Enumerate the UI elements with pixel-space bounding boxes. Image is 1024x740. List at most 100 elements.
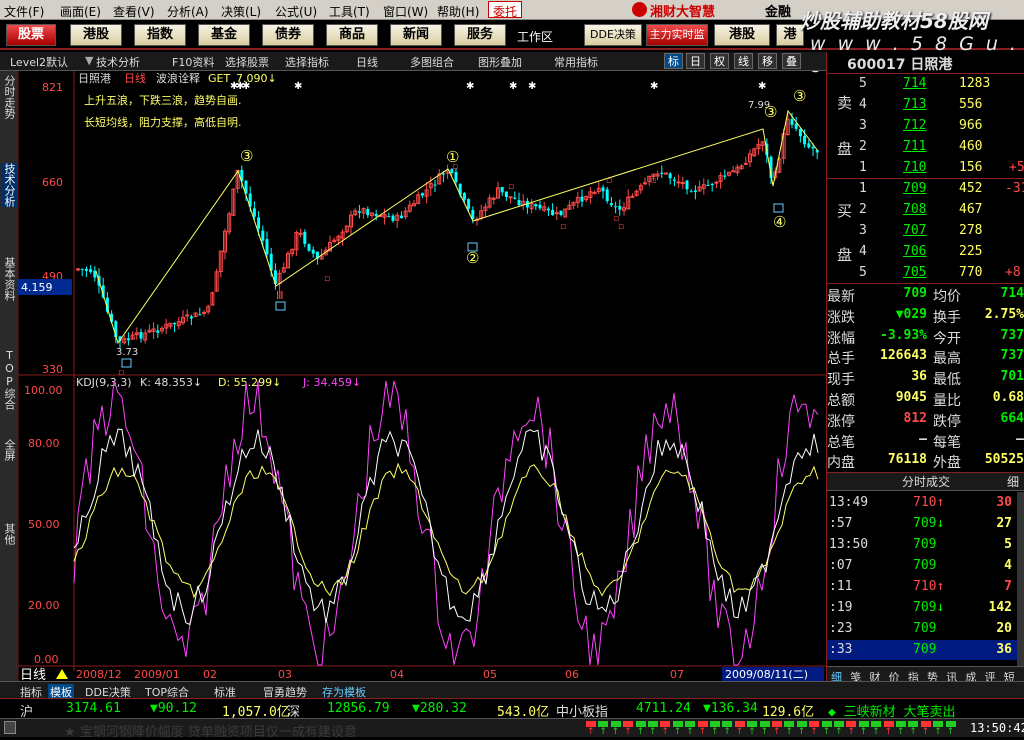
sz-change: ▼280.32 (412, 701, 467, 716)
menu-trade-button[interactable]: 委托 (488, 1, 523, 19)
subbar-btn-overlay[interactable]: 叠 (782, 53, 801, 69)
activity-arrow-icon: ↑ (934, 727, 942, 737)
kdj-tick-50: 50.00 (28, 518, 60, 531)
candle-body (714, 181, 719, 184)
toolbar-hk-button[interactable]: 港股 (70, 24, 122, 46)
candle-body (399, 215, 403, 219)
trade-volume: 142 (988, 600, 1012, 615)
workspace-label[interactable]: 工作区 (517, 28, 553, 45)
toolbar-bond-button[interactable]: 债券 (262, 24, 314, 46)
signal-box-icon (121, 358, 132, 368)
quote-header: 600017 日照港 (847, 54, 952, 74)
toolbar-dde-button[interactable]: DDE决策 (584, 24, 642, 46)
toolbar-news-button[interactable]: 新闻 (390, 24, 442, 46)
stat-value: ▼029 (895, 306, 927, 322)
candle-body (441, 173, 445, 175)
signal-dot-icon: ▫ (560, 222, 566, 232)
tab-top[interactable]: TOP综合 (1, 349, 17, 410)
toolbar-hk2-button[interactable]: 港股 (714, 24, 770, 46)
trade-detail-button[interactable]: 细 (1007, 473, 1019, 491)
wave-label-4: ④ (773, 213, 786, 231)
buy-side-label-2: 盘 (837, 246, 853, 264)
trade-time: :07 (829, 558, 853, 573)
subbar-select-stock[interactable]: 选择股票 (225, 54, 269, 70)
date-label-05: 05 (483, 668, 497, 681)
bid-level: 2 (859, 202, 867, 217)
wave-label-3b: ③ (764, 103, 777, 121)
menu-analysis[interactable]: 分析(A) (167, 3, 209, 20)
toolbar-stocks-button[interactable]: 股票 (6, 24, 56, 46)
candle-body (84, 268, 88, 271)
menu-screen[interactable]: 画面(E) (60, 3, 101, 20)
menu-tools[interactable]: 工具(T) (329, 3, 370, 20)
tab-intraday[interactable]: 分时走势 (1, 75, 17, 119)
sme-change: ▼136.34 (703, 701, 758, 716)
menu-help[interactable]: 帮助(H) (437, 3, 479, 20)
subbar-common-indicator[interactable]: 常用指标 (554, 54, 598, 70)
stat-value: 76118 (887, 452, 927, 468)
bid-level: 1 (859, 181, 867, 196)
stat-label: 总手 (827, 351, 855, 368)
subbar-tech-analysis[interactable]: 技术分析 (96, 54, 140, 70)
candle-body (508, 196, 513, 199)
date-label-06: 06 (565, 668, 579, 681)
ask-volume: 556 (959, 97, 983, 112)
menu-file[interactable]: 文件(F) (4, 3, 44, 20)
technical-chart[interactable]: 日照港 日线 波浪诠释 GET 7.090↓ 上升五浪，下跌三浪，趋势自画. 长… (18, 71, 826, 681)
tab-other[interactable]: 其他 (1, 523, 17, 545)
tab-fundamentals[interactable]: 基本资料 (1, 257, 17, 301)
toolbar-mainforce-button[interactable]: 主力实时监 (646, 24, 708, 46)
tab-fullscreen[interactable]: 全屏 (1, 439, 17, 461)
clock: 13:50:42 (970, 721, 1024, 735)
subbar-btn-move[interactable]: 移 (758, 53, 777, 69)
candle-body (630, 195, 635, 198)
star-marker-icon: ✱ (509, 81, 517, 92)
menu-formula[interactable]: 公式(U) (275, 3, 317, 20)
subbar-f10[interactable]: F10资料 (172, 54, 214, 70)
ask-level: 4 (859, 97, 867, 112)
stat-value: 812 (903, 410, 927, 426)
menu-window[interactable]: 窗口(W) (383, 3, 428, 20)
period-triangle-icon[interactable] (56, 669, 68, 679)
menu-view[interactable]: 查看(V) (113, 3, 155, 20)
subbar-multi-chart[interactable]: 多图组合 (410, 54, 454, 70)
activity-arrow-icon: ↑ (624, 727, 632, 737)
toolbar-fund-button[interactable]: 基金 (198, 24, 250, 46)
trade-list-header[interactable]: 分时成交 细 (827, 472, 1024, 491)
get-label: GET (208, 72, 230, 85)
ask-price: 714 (903, 76, 927, 91)
toolbar-commodity-button[interactable]: 商品 (326, 24, 378, 46)
trade-scrollbar[interactable] (1017, 492, 1024, 670)
menu-decision[interactable]: 决策(L) (221, 3, 261, 20)
toolbar-index-button[interactable]: 指数 (134, 24, 186, 46)
wave-label-roman3: Ⅲ (276, 289, 284, 302)
date-label-02: 02 (203, 668, 217, 681)
toolbar-service-button[interactable]: 服务 (454, 24, 506, 46)
stat-label: 涨停 (827, 413, 855, 430)
subbar-select-indicator[interactable]: 选择指标 (285, 54, 329, 70)
ask-price: 712 (903, 118, 927, 133)
ticker-text[interactable]: ★ 宝钢河钢降价幅度 贷单融资项目仅一成有建设意 (64, 721, 357, 740)
trade-time: :19 (829, 600, 853, 615)
tab-tech-analysis[interactable]: 技术分析 (1, 163, 17, 207)
subbar-btn-line[interactable]: 线 (734, 53, 753, 69)
trade-price: 709 (913, 558, 937, 573)
subbar-btn-day[interactable]: 日 (686, 53, 705, 69)
subbar-level2[interactable]: Level2默认 (10, 54, 68, 70)
ask-volume: 460 (959, 139, 983, 154)
stat-label: 最低 (933, 372, 961, 389)
subbar-daily[interactable]: 日线 (356, 54, 378, 70)
subbar-overlay[interactable]: 图形叠加 (478, 54, 522, 70)
kdj-label: KDJ(9,3,3) (76, 376, 132, 389)
candle-body (551, 209, 555, 216)
subbar-btn-mark[interactable]: 标 (664, 53, 683, 69)
subbar-btn-right[interactable]: 权 (710, 53, 729, 69)
stat-value: 714 (1000, 286, 1024, 301)
stat-label: 现手 (827, 372, 855, 389)
candle-body (710, 183, 714, 186)
stat-value: 0.68 (992, 390, 1024, 405)
ticker-toggle-icon[interactable] (4, 721, 16, 734)
period-tab-label[interactable]: 日线 (20, 668, 46, 681)
activity-arrow-icon: ↑ (611, 727, 620, 737)
candle-body (298, 232, 303, 235)
